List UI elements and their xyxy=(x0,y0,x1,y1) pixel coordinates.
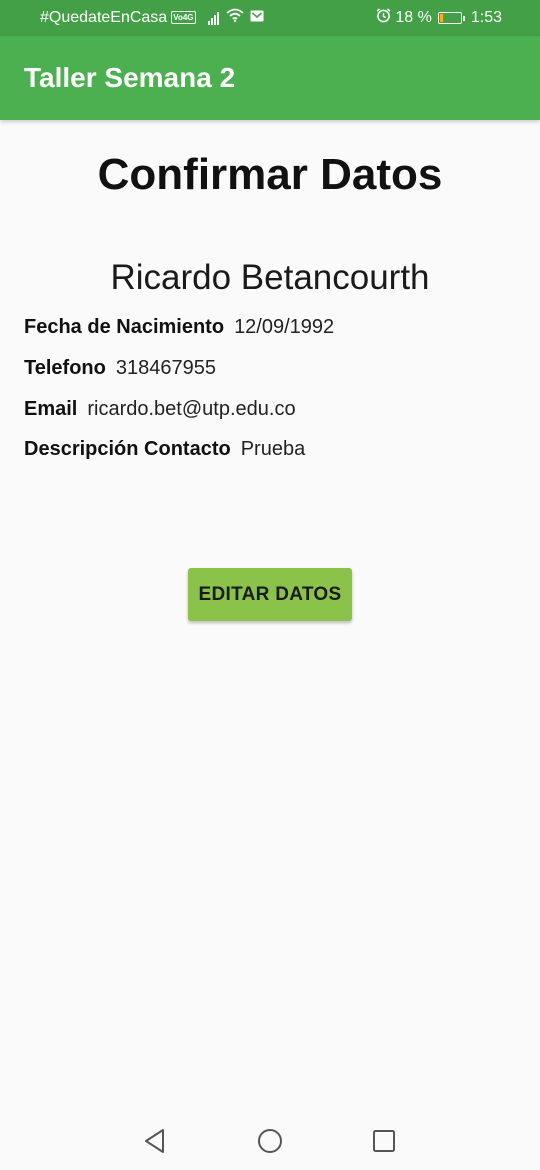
battery-fill xyxy=(439,14,443,22)
recents-button[interactable] xyxy=(369,1126,399,1156)
detail-row-birthdate: Fecha de Nacimiento 12/09/1992 xyxy=(24,316,334,339)
home-button[interactable] xyxy=(255,1126,285,1156)
wifi-icon xyxy=(225,8,244,27)
home-icon xyxy=(258,1129,282,1153)
detail-row-phone: Telefono 318467955 xyxy=(24,357,216,380)
detail-row-description: Descripción Contacto Prueba xyxy=(24,438,305,461)
clock: 1:53 xyxy=(470,9,502,26)
network-badge: Vo4G xyxy=(171,11,196,24)
signal-icon xyxy=(207,11,220,25)
email-value: ricardo.bet@utp.edu.co xyxy=(87,398,296,420)
battery-cap xyxy=(462,15,465,21)
status-right: 18 % 1:53 xyxy=(376,8,502,28)
contact-name: Ricardo Betancourth xyxy=(110,258,430,297)
back-button[interactable] xyxy=(140,1126,170,1156)
status-left: #QuedateEnCasa Vo4G xyxy=(40,8,264,27)
mail-icon xyxy=(250,9,264,27)
status-bar: #QuedateEnCasa Vo4G 18 % 1:53 xyxy=(0,0,540,36)
battery-body xyxy=(437,12,462,24)
phone-value: 318467955 xyxy=(115,357,216,379)
page-title: Confirmar Datos xyxy=(97,150,443,199)
back-icon xyxy=(145,1129,164,1153)
navigation-bar xyxy=(0,1112,540,1170)
detail-row-email: Email ricardo.bet@utp.edu.co xyxy=(24,398,296,421)
app-title: Taller Semana 2 xyxy=(24,62,236,93)
recents-icon xyxy=(373,1130,395,1152)
carrier-text: #QuedateEnCasa xyxy=(40,8,168,26)
description-value: Prueba xyxy=(240,438,306,460)
birthdate-label: Fecha de Nacimiento xyxy=(24,316,225,338)
description-label: Descripción Contacto xyxy=(24,438,231,460)
alarm-icon xyxy=(376,8,391,28)
birthdate-value: 12/09/1992 xyxy=(234,316,335,338)
email-label: Email xyxy=(24,398,78,420)
battery-percent: 18 % xyxy=(395,9,432,26)
app-bar: Taller Semana 2 xyxy=(0,36,540,120)
battery-icon xyxy=(437,12,465,24)
edit-data-button[interactable]: EDITAR DATOS xyxy=(188,568,352,621)
phone-label: Telefono xyxy=(24,357,106,379)
